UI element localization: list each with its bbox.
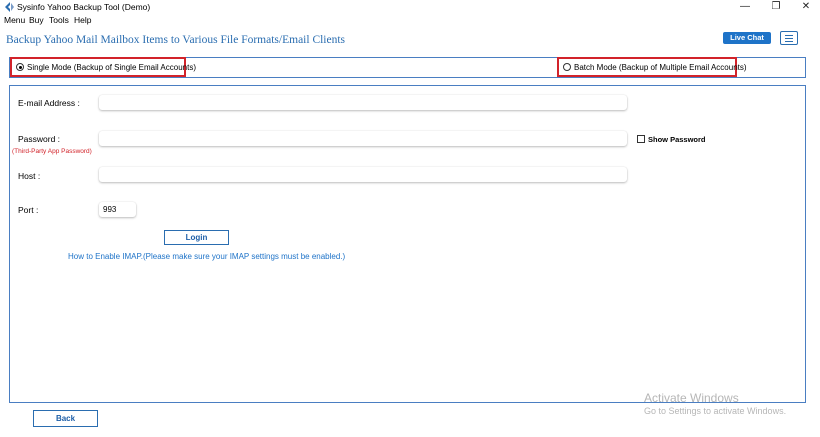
page-title: Backup Yahoo Mail Mailbox Items to Vario… [6, 34, 346, 46]
show-password-label: Show Password [648, 135, 706, 144]
port-input[interactable] [99, 202, 136, 217]
password-hint: (Third-Party App Password) [12, 148, 92, 155]
single-mode-radio[interactable] [16, 63, 24, 71]
menu-item-tools[interactable]: Tools [49, 15, 69, 25]
email-label: E-mail Address : [18, 98, 80, 108]
email-input[interactable] [99, 95, 627, 110]
show-password-checkbox[interactable] [637, 135, 645, 143]
app-logo-icon [5, 2, 14, 12]
host-label: Host : [18, 171, 41, 181]
back-button[interactable]: Back [33, 410, 98, 427]
menu-item-buy[interactable]: Buy [29, 15, 44, 25]
title-bar: Sysinfo Yahoo Backup Tool (Demo) — ❐ ✕ [0, 0, 820, 14]
restore-button[interactable]: ❐ [762, 0, 790, 14]
login-button[interactable]: Login [164, 230, 229, 245]
port-label: Port : [18, 205, 39, 215]
batch-mode-label: Batch Mode (Backup of Multiple Email Acc… [574, 62, 747, 72]
hamburger-menu-icon[interactable] [780, 31, 798, 45]
menu-item-menu[interactable]: Menu [4, 15, 25, 25]
activate-windows-hint: Go to Settings to activate Windows. [644, 406, 787, 416]
activate-windows-watermark: Activate Windows [644, 391, 739, 405]
host-input[interactable] [99, 167, 627, 182]
menu-item-help[interactable]: Help [74, 15, 91, 25]
window-title: Sysinfo Yahoo Backup Tool (Demo) [17, 2, 151, 12]
password-input[interactable] [99, 131, 627, 146]
close-button[interactable]: ✕ [792, 0, 820, 14]
batch-mode-radio[interactable] [563, 63, 571, 71]
password-label: Password : [18, 134, 61, 144]
single-mode-label: Single Mode (Backup of Single Email Acco… [27, 62, 196, 72]
enable-imap-link[interactable]: How to Enable IMAP.(Please make sure you… [68, 252, 345, 261]
live-chat-button[interactable]: Live Chat [723, 32, 771, 44]
single-mode-option[interactable]: Single Mode (Backup of Single Email Acco… [10, 57, 196, 77]
batch-mode-option[interactable]: Batch Mode (Backup of Multiple Email Acc… [557, 57, 747, 77]
minimize-button[interactable]: — [731, 0, 759, 14]
